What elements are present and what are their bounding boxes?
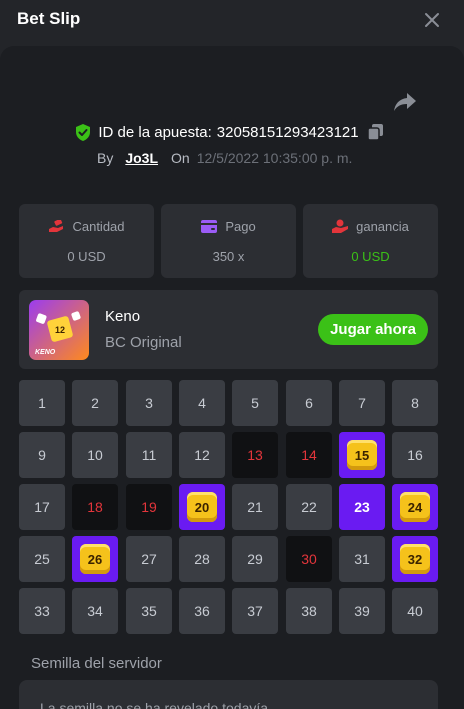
keno-cell-13: 13	[232, 432, 278, 478]
payout-hand-icon	[332, 219, 349, 233]
stat-amount-label: Cantidad	[72, 219, 125, 234]
stat-profit-label: ganancia	[356, 219, 409, 234]
keno-cell-21: 21	[232, 484, 278, 530]
bet-date: 12/5/2022 10:35:00 p. m.	[196, 150, 353, 166]
close-icon[interactable]	[422, 10, 442, 30]
keno-cell-17: 17	[19, 484, 65, 530]
server-seed-field: La semilla no se ha revelado todavía	[19, 680, 438, 709]
copy-icon[interactable]	[367, 124, 383, 140]
keno-cell-26: 26	[72, 536, 118, 582]
keno-cell-14: 14	[286, 432, 332, 478]
gem-icon: 20	[187, 492, 217, 522]
gem-icon: 24	[400, 492, 430, 522]
bet-id-row: ID de la apuesta: 3205815129342312​1	[0, 121, 464, 143]
keno-cell-28: 28	[179, 536, 225, 582]
stat-payout-label: Pago	[225, 219, 256, 234]
on-label: On	[171, 150, 190, 166]
keno-cell-15: 15	[339, 432, 385, 478]
keno-cell-38: 38	[286, 588, 332, 634]
game-name: Keno	[105, 308, 141, 325]
keno-cell-27: 27	[126, 536, 172, 582]
keno-cell-18: 18	[72, 484, 118, 530]
keno-cell-10: 10	[72, 432, 118, 478]
shield-check-icon	[76, 123, 91, 141]
play-now-button[interactable]: Jugar ahora	[318, 314, 428, 345]
keno-cell-23: 23	[339, 484, 385, 530]
keno-cell-9: 9	[19, 432, 65, 478]
keno-cell-25: 25	[19, 536, 65, 582]
keno-cell-6: 6	[286, 380, 332, 426]
stat-payout: Pago 350 x	[161, 204, 296, 278]
keno-cell-40: 40	[392, 588, 438, 634]
keno-cell-31: 31	[339, 536, 385, 582]
share-icon[interactable]	[393, 91, 417, 113]
keno-cell-4: 4	[179, 380, 225, 426]
keno-cell-7: 7	[339, 380, 385, 426]
bet-stats: Cantidad 0 USD Pago 350 x ganancia 0 USD	[19, 204, 438, 278]
keno-cell-24: 24	[392, 484, 438, 530]
bet-meta-row: By Jo3L On 12/5/2022 10:35:00 p. m.	[97, 149, 352, 167]
bet-id-value: 3205815129342312​1	[216, 123, 359, 141]
keno-cell-3: 3	[126, 380, 172, 426]
keno-cell-29: 29	[232, 536, 278, 582]
stat-amount: Cantidad 0 USD	[19, 204, 154, 278]
keno-cell-36: 36	[179, 588, 225, 634]
thumb-number: 12	[55, 325, 65, 335]
keno-cell-33: 33	[19, 588, 65, 634]
stat-profit: ganancia 0 USD	[303, 204, 438, 278]
user-link[interactable]: Jo3L	[125, 150, 158, 166]
keno-cell-37: 37	[232, 588, 278, 634]
gem-icon: 15	[347, 440, 377, 470]
header: Bet Slip	[0, 0, 464, 40]
stat-amount-value: 0 USD	[67, 249, 106, 264]
keno-cell-20: 20	[179, 484, 225, 530]
gem-icon: 32	[400, 544, 430, 574]
keno-cell-1: 1	[19, 380, 65, 426]
game-card: 12 KENO Keno BC Original Jugar ahora	[19, 290, 438, 369]
keno-cell-2: 2	[72, 380, 118, 426]
keno-cell-22: 22	[286, 484, 332, 530]
bet-id-label: ID de la apuesta:	[98, 123, 212, 141]
keno-cell-34: 34	[72, 588, 118, 634]
game-thumbnail[interactable]: 12 KENO	[29, 300, 89, 360]
game-subtitle: BC Original	[105, 334, 182, 351]
server-seed-label: Semilla del servidor	[31, 655, 162, 672]
keno-cell-5: 5	[232, 380, 278, 426]
keno-cell-8: 8	[392, 380, 438, 426]
stat-profit-value: 0 USD	[351, 249, 390, 264]
by-label: By	[97, 150, 114, 166]
keno-cell-19: 19	[126, 484, 172, 530]
keno-cell-39: 39	[339, 588, 385, 634]
stat-payout-value: 350 x	[212, 249, 245, 264]
wallet-icon	[201, 220, 218, 233]
keno-cell-12: 12	[179, 432, 225, 478]
money-hand-icon	[49, 219, 64, 232]
server-seed-text: La semilla no se ha revelado todavía	[40, 700, 269, 709]
keno-cell-11: 11	[126, 432, 172, 478]
keno-cell-35: 35	[126, 588, 172, 634]
keno-cell-16: 16	[392, 432, 438, 478]
keno-cell-30: 30	[286, 536, 332, 582]
thumb-logo-text: KENO	[35, 349, 56, 356]
gem-icon: 26	[80, 544, 110, 574]
keno-cell-32: 32	[392, 536, 438, 582]
page-title: Bet Slip	[17, 9, 81, 28]
